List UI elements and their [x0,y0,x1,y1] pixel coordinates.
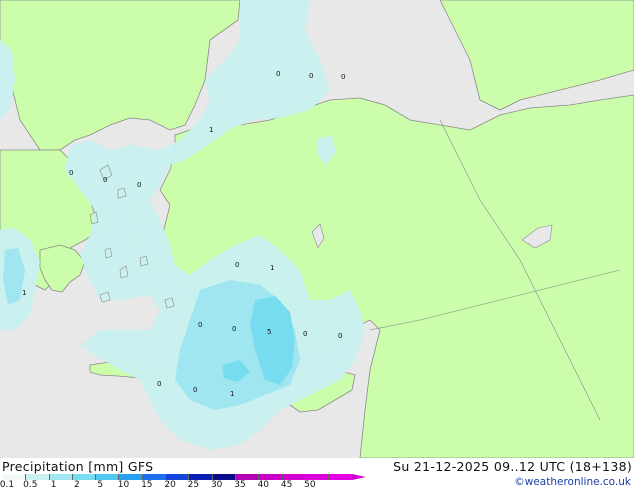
value-label-11: 0 [198,321,203,329]
precipitation-map [0,0,634,458]
colorbar-tick-label: 5 [97,480,104,490]
colorbar-tick-label: 35 [234,480,246,490]
map-footer: Precipitation [mm] GFS Su 21-12-2025 09.… [0,458,634,490]
value-label-17: 0 [193,386,198,394]
colorbar-tick-label: 1 [50,480,57,490]
value-label-7: 0 [137,181,142,189]
colorbar-tick-label: 50 [304,480,316,490]
colorbar-segment [329,474,353,480]
colorbar-tick-label: 25 [187,480,200,490]
value-label-9: 0 [235,261,240,269]
colorbar-tick-label: 0.5 [23,480,38,490]
colorbar-tick-label: 2 [74,480,80,490]
weather-map-page: 0 0 0 1 0 0 0 1 0 1 0 0 5 0 0 0 0 1 Prec… [0,0,634,490]
value-label-4: 1 [209,126,214,134]
value-label-3: 0 [341,73,346,81]
colorbar-tick-label: 40 [257,480,270,490]
colorbar-tick-label: 10 [117,480,130,490]
colorbar-tick-label: 20 [164,480,176,490]
value-label-12: 0 [232,325,237,333]
value-label-8: 1 [22,289,27,297]
value-label-2: 0 [309,72,314,80]
valid-time: Su 21-12-2025 09..12 UTC (18+138) [393,459,632,474]
colorbar-tick-label: 0.1 [0,480,15,490]
value-label-14: 0 [303,330,308,338]
value-label-15: 0 [338,332,343,340]
value-label-6: 0 [103,176,108,184]
colorbar-tick-label: 45 [280,480,293,490]
value-label-10: 1 [270,264,275,272]
product-title: Precipitation [mm] GFS [2,459,154,474]
value-label-5: 0 [69,169,74,177]
colorbar-arrow [352,474,367,480]
colorbar-tick-label: 30 [210,480,223,490]
value-label-18: 1 [230,390,235,398]
value-label-16: 0 [157,380,162,388]
source-credit[interactable]: ©weatheronline.co.uk [514,476,631,488]
colorbar-tick-label: 15 [141,480,153,490]
value-label-1: 0 [276,70,281,78]
value-label-13: 5 [267,328,272,336]
